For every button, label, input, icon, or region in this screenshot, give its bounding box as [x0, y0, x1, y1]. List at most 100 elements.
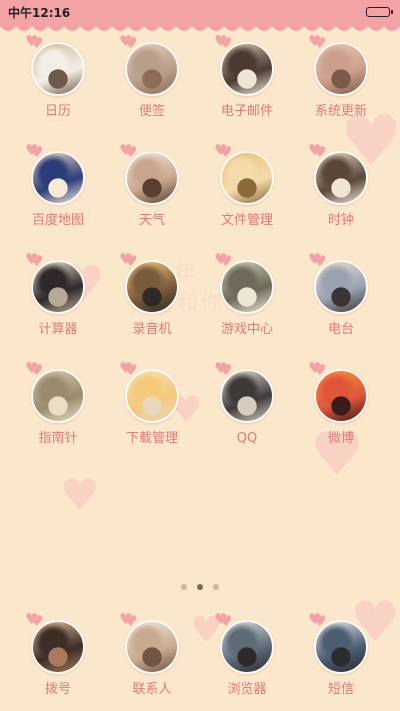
app-icon-wrap[interactable]: ♥ [308, 252, 368, 314]
couple-photo-icon[interactable] [125, 42, 179, 96]
app-label: 拨号 [44, 682, 71, 697]
couple-photo-icon[interactable] [220, 151, 274, 205]
couple-photo-icon[interactable] [314, 151, 368, 205]
app-grid-9[interactable]: ♥ 录音机 [105, 252, 199, 338]
couple-photo-icon[interactable] [125, 260, 179, 314]
app-label: 日历 [44, 104, 71, 119]
heart-badge-icon: ♥ [119, 359, 133, 377]
app-grid-0[interactable]: ♥ 日历 [11, 34, 105, 120]
app-icon-wrap[interactable]: ♥ [119, 361, 179, 423]
app-dock-0[interactable]: ♥ 拨号 [11, 612, 105, 698]
app-icon-wrap[interactable]: ♥ [214, 252, 274, 314]
app-icon-wrap[interactable]: ♥ [25, 252, 85, 314]
app-grid-14[interactable]: ♥ QQ [200, 361, 294, 447]
heart-badge-icon: ♥ [308, 610, 322, 628]
app-grid-7[interactable]: ♥ 时钟 [294, 143, 388, 229]
heart-badge-icon: ♥ [214, 250, 228, 268]
app-grid-8[interactable]: ♥ 计算器 [11, 252, 105, 338]
app-label: 录音机 [132, 322, 172, 337]
heart-badge-icon: ♥ [25, 32, 39, 50]
app-grid-15[interactable]: ♥ 微博 [294, 361, 388, 447]
app-grid-5[interactable]: ♥ 天气 [105, 143, 199, 229]
app-icon-wrap[interactable]: ♥ [119, 143, 179, 205]
app-dock-1[interactable]: ♥ 联系人 [105, 612, 199, 698]
app-grid-13[interactable]: ♥ 下载管理 [105, 361, 199, 447]
heart-badge-icon: ♥ [119, 32, 133, 50]
couple-photo-icon[interactable] [314, 369, 368, 423]
couple-photo-icon[interactable] [220, 42, 274, 96]
app-icon-wrap[interactable]: ♥ [25, 361, 85, 423]
app-icon-wrap[interactable]: ♥ [214, 361, 274, 423]
app-icon-wrap[interactable]: ♥ [119, 252, 179, 314]
heart-badge-icon: ♥ [308, 32, 322, 50]
page-dot[interactable] [213, 584, 219, 590]
couple-photo-icon[interactable] [220, 620, 274, 674]
app-icon-wrap[interactable]: ♥ [308, 612, 368, 674]
couple-photo-icon[interactable] [220, 260, 274, 314]
couple-photo-icon[interactable] [31, 151, 85, 205]
heart-badge-icon: ♥ [308, 359, 322, 377]
couple-photo-icon[interactable] [125, 369, 179, 423]
heart-badge-icon: ♥ [119, 610, 133, 628]
couple-photo-icon[interactable] [125, 620, 179, 674]
heart-badge-icon: ♥ [308, 250, 322, 268]
app-grid-12[interactable]: ♥ 指南针 [11, 361, 105, 447]
app-icon-wrap[interactable]: ♥ [119, 34, 179, 96]
heart-badge-icon: ♥ [25, 141, 39, 159]
heart-badge-icon: ♥ [25, 610, 39, 628]
couple-photo-icon[interactable] [31, 620, 85, 674]
couple-photo-icon[interactable] [314, 620, 368, 674]
app-icon-wrap[interactable]: ♥ [308, 143, 368, 205]
app-label: 百度地图 [31, 213, 84, 228]
app-grid-11[interactable]: ♥ 电台 [294, 252, 388, 338]
couple-photo-icon[interactable] [220, 369, 274, 423]
app-grid-1[interactable]: ♥ 便签 [105, 34, 199, 120]
status-time: 中午12:16 [8, 5, 71, 20]
app-grid-6[interactable]: ♥ 文件管理 [200, 143, 294, 229]
wallpaper-heart-icon: ♥ [60, 470, 100, 521]
app-label: 下载管理 [125, 431, 178, 446]
couple-photo-icon[interactable] [31, 369, 85, 423]
app-icon-wrap[interactable]: ♥ [308, 361, 368, 423]
app-grid-10[interactable]: ♥ 游戏中心 [200, 252, 294, 338]
heart-badge-icon: ♥ [214, 141, 228, 159]
app-icon-wrap[interactable]: ♥ [119, 612, 179, 674]
heart-badge-icon: ♥ [25, 359, 39, 377]
status-bar: 中午12:16 [0, 0, 400, 24]
couple-photo-icon[interactable] [31, 260, 85, 314]
app-icon-wrap[interactable]: ♥ [25, 143, 85, 205]
heart-badge-icon: ♥ [25, 250, 39, 268]
app-label: 游戏中心 [220, 322, 273, 337]
app-label: 系统更新 [314, 104, 367, 119]
app-label: 电台 [327, 322, 354, 337]
heart-badge-icon: ♥ [308, 141, 322, 159]
app-label: 指南针 [38, 431, 78, 446]
app-label: 电子邮件 [220, 104, 273, 119]
couple-photo-icon[interactable] [314, 260, 368, 314]
app-icon-wrap[interactable]: ♥ [308, 34, 368, 96]
app-label: 文件管理 [220, 213, 273, 228]
app-icon-wrap[interactable]: ♥ [214, 612, 274, 674]
app-label: 计算器 [38, 322, 78, 337]
app-icon-wrap[interactable]: ♥ [25, 34, 85, 96]
app-icon-wrap[interactable]: ♥ [214, 34, 274, 96]
page-dot[interactable] [181, 584, 187, 590]
app-grid-3[interactable]: ♥ 系统更新 [294, 34, 388, 120]
app-label: 便签 [138, 104, 165, 119]
couple-photo-icon[interactable] [31, 42, 85, 96]
app-label: 浏览器 [227, 682, 267, 697]
app-label: 微博 [327, 431, 354, 446]
app-grid-4[interactable]: ♥ 百度地图 [11, 143, 105, 229]
app-label: QQ [236, 431, 258, 446]
battery-icon [366, 7, 393, 17]
app-grid-2[interactable]: ♥ 电子邮件 [200, 34, 294, 120]
app-dock-3[interactable]: ♥ 短信 [294, 612, 388, 698]
couple-photo-icon[interactable] [314, 42, 368, 96]
app-icon-wrap[interactable]: ♥ [25, 612, 85, 674]
app-icon-wrap[interactable]: ♥ [214, 143, 274, 205]
page-dot[interactable] [197, 584, 203, 590]
page-indicator[interactable] [0, 584, 400, 590]
couple-photo-icon[interactable] [125, 151, 179, 205]
app-dock-2[interactable]: ♥ 浏览器 [200, 612, 294, 698]
app-label: 时钟 [327, 213, 354, 228]
